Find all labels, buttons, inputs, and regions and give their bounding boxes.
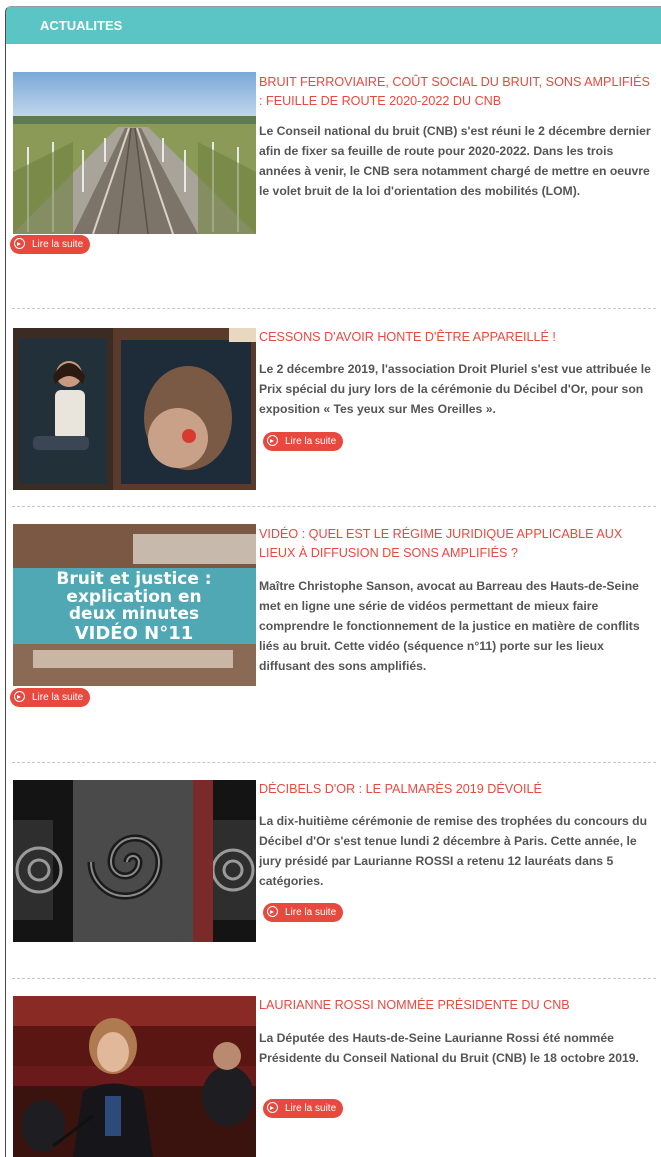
article-4-title[interactable]: DÉCIBELS D'OR : LE PALMARÈS 2019 DÉVOILÉ	[259, 780, 654, 799]
image-caption-line-3: deux minutes	[69, 604, 199, 624]
arrow-circle-icon	[267, 906, 278, 917]
article-4-image[interactable]	[13, 780, 256, 942]
article-divider	[12, 308, 656, 309]
article-1-title[interactable]: BRUIT FERROVIAIRE, COÛT SOCIAL DU BRUIT,…	[259, 73, 654, 111]
image-caption-line-4: VIDÉO N°11	[75, 622, 194, 644]
article-5-image[interactable]	[13, 996, 256, 1157]
article-3-summary: Maître Christophe Sanson, avocat au Barr…	[259, 579, 640, 673]
image-caption-line-1: Bruit et justice :	[56, 569, 211, 589]
article-4-read-more-button[interactable]: Lire la suite	[263, 903, 344, 922]
article-1-image[interactable]	[13, 72, 256, 234]
article-4-summary: La dix-huitième cérémonie de remise des …	[259, 814, 648, 888]
article-divider	[12, 506, 656, 507]
article-5-read-more-button[interactable]: Lire la suite	[263, 1099, 344, 1118]
section-header: ACTUALITES	[6, 7, 661, 44]
article-3-image[interactable]: Bruit et justice : explication en deux m…	[13, 524, 256, 686]
article-divider	[12, 762, 656, 763]
arrow-circle-icon	[14, 691, 25, 702]
article-2-summary: Le 2 décembre 2019, l'association Droit …	[259, 362, 651, 416]
article-2-image[interactable]	[13, 328, 256, 490]
article-1-read-more-button[interactable]: Lire la suite	[10, 235, 91, 254]
arrow-circle-icon	[267, 435, 278, 446]
article-2-title[interactable]: CESSONS D'AVOIR HONTE D'ÊTRE APPAREILLÉ …	[259, 328, 654, 347]
article-5-summary: La Députée des Hauts-de-Seine Laurianne …	[259, 1031, 639, 1065]
arrow-circle-icon	[267, 1102, 278, 1113]
article-3-read-more-button[interactable]: Lire la suite	[10, 688, 91, 707]
news-panel: ACTUALITES BRUIT FERROVIAIRE, COÛT SOCIA…	[5, 6, 661, 1157]
arrow-circle-icon	[14, 238, 25, 249]
article-1-summary: Le Conseil national du bruit (CNB) s'est…	[259, 124, 651, 198]
article-3-title[interactable]: VIDÉO : QUEL EST LE RÉGIME JURIDIQUE APP…	[259, 525, 654, 563]
article-divider	[12, 978, 656, 979]
article-5-title[interactable]: LAURIANNE ROSSI NOMMÉE PRÉSIDENTE DU CNB	[259, 996, 654, 1015]
article-2-read-more-button[interactable]: Lire la suite	[263, 432, 344, 451]
